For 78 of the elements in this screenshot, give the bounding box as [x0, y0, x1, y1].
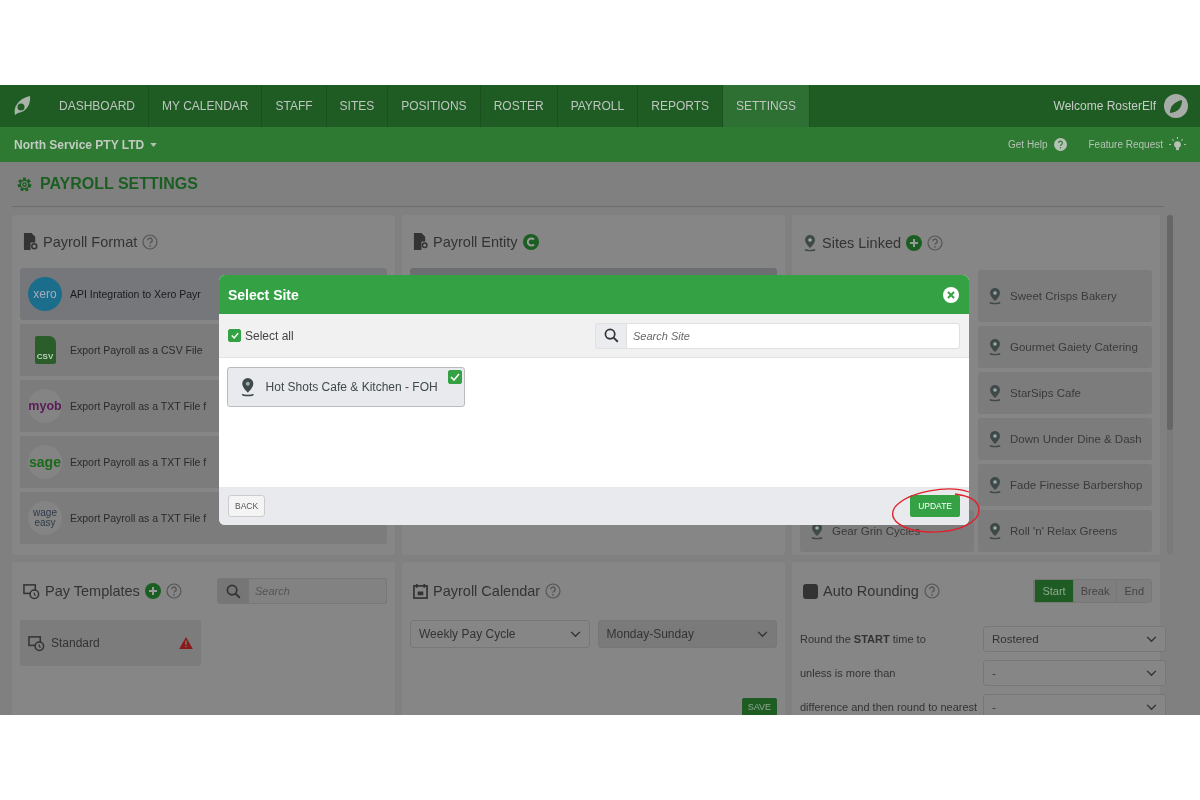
- location-pin-icon: [988, 338, 1003, 356]
- location-pin-icon: [240, 377, 256, 397]
- site-card[interactable]: Sweet Crisps Bakery: [978, 270, 1152, 322]
- avatar-icon[interactable]: [1164, 94, 1188, 118]
- segment-tab[interactable]: Start: [1034, 580, 1073, 602]
- file-gear-icon: [23, 233, 38, 250]
- caret-icon[interactable]: [150, 142, 158, 147]
- nav-tab[interactable]: SETTINGS: [723, 85, 811, 127]
- help-icon[interactable]: [165, 583, 182, 599]
- location-pin-icon: [988, 476, 1003, 494]
- site-card[interactable]: Fade Finesse Barbershop: [978, 464, 1152, 506]
- panel-title: Auto Rounding: [823, 583, 919, 599]
- checkbox[interactable]: [228, 329, 241, 342]
- brand-logo: wage easy: [28, 501, 62, 535]
- search-icon: [603, 328, 619, 343]
- refresh-icon[interactable]: [522, 233, 539, 250]
- back-button[interactable]: BACK: [228, 495, 266, 517]
- brand-logo: sage: [28, 445, 62, 479]
- panel-title: Payroll Entity: [433, 233, 518, 250]
- site-card[interactable]: Gourmet Gaiety Catering: [978, 326, 1152, 368]
- site-option[interactable]: Hot Shots Cafe & Kitchen - FOH: [227, 367, 465, 407]
- dropdown[interactable]: Rostered: [983, 626, 1166, 652]
- dropdown[interactable]: Weekly Pay Cycle: [410, 620, 590, 648]
- header-link[interactable]: Get Help: [1008, 139, 1048, 150]
- dropdown[interactable]: -: [983, 694, 1166, 715]
- brand-logo: myob: [28, 389, 62, 423]
- location-pin-icon: [988, 522, 1003, 540]
- add-icon[interactable]: [144, 583, 161, 599]
- checkbox[interactable]: [803, 583, 818, 599]
- segment-tab[interactable]: End: [1116, 580, 1151, 602]
- help-icon[interactable]: [923, 583, 940, 599]
- panel-title: Payroll Format: [43, 233, 138, 250]
- money-clock-icon: [28, 634, 45, 652]
- site-card[interactable]: Roll 'n' Relax Greens: [978, 510, 1152, 552]
- leaf-logo-icon[interactable]: [12, 95, 32, 117]
- site-card[interactable]: StarSips Cafe: [978, 372, 1152, 414]
- checkbox[interactable]: [448, 370, 462, 384]
- field-label: Round the START time to: [800, 631, 927, 647]
- money-clock-icon: [23, 582, 40, 600]
- welcome-text: Welcome RosterElf: [1053, 99, 1156, 113]
- location-pin-icon: [988, 287, 1003, 305]
- panel-title: Sites Linked: [822, 234, 902, 251]
- help-icon[interactable]: [927, 234, 944, 251]
- chevron-down-icon: [757, 630, 768, 638]
- header-link[interactable]: Feature Request: [1088, 139, 1163, 150]
- close-icon[interactable]: [943, 286, 959, 303]
- field-label: difference and then round to nearest: [800, 699, 979, 715]
- search-icon: [225, 583, 241, 599]
- panel-title: Pay Templates: [45, 583, 140, 599]
- dropdown[interactable]: -: [983, 660, 1166, 686]
- brand-logo: xero: [28, 277, 62, 311]
- company-selector[interactable]: North Service PTY LTD: [14, 137, 145, 152]
- page-title: PAYROLL SETTINGS: [40, 175, 198, 193]
- scrollbar[interactable]: [1167, 215, 1173, 555]
- help-icon[interactable]: [1053, 138, 1067, 151]
- site-card[interactable]: Down Under Dine & Dash: [978, 418, 1152, 460]
- template-card[interactable]: Standard: [20, 620, 201, 666]
- help-icon[interactable]: [545, 583, 562, 599]
- save-button[interactable]: SAVE: [741, 698, 777, 715]
- file-pin-icon: [413, 233, 428, 250]
- add-icon[interactable]: [906, 234, 923, 251]
- csv-file-logo: CSV: [34, 336, 56, 364]
- location-pin-icon: [988, 430, 1003, 448]
- chevron-down-icon: [1146, 703, 1157, 711]
- chevron-down-icon: [1146, 669, 1157, 677]
- location-pin-icon: [988, 384, 1003, 402]
- chevron-down-icon: [1146, 635, 1157, 643]
- chevron-down-icon: [569, 630, 581, 638]
- lightbulb-icon[interactable]: [1169, 137, 1186, 152]
- field-label: unless is more than: [800, 665, 897, 681]
- segment-tab[interactable]: Break: [1072, 580, 1117, 602]
- panel-title: Payroll Calendar: [433, 583, 541, 599]
- calendar-icon: [413, 583, 428, 599]
- help-icon[interactable]: [142, 233, 159, 250]
- location-pin-icon: [803, 233, 818, 252]
- update-button[interactable]: UPDATE: [910, 495, 960, 517]
- checkbox-label[interactable]: Select all: [245, 328, 294, 343]
- dialog-title: Select Site: [228, 286, 299, 303]
